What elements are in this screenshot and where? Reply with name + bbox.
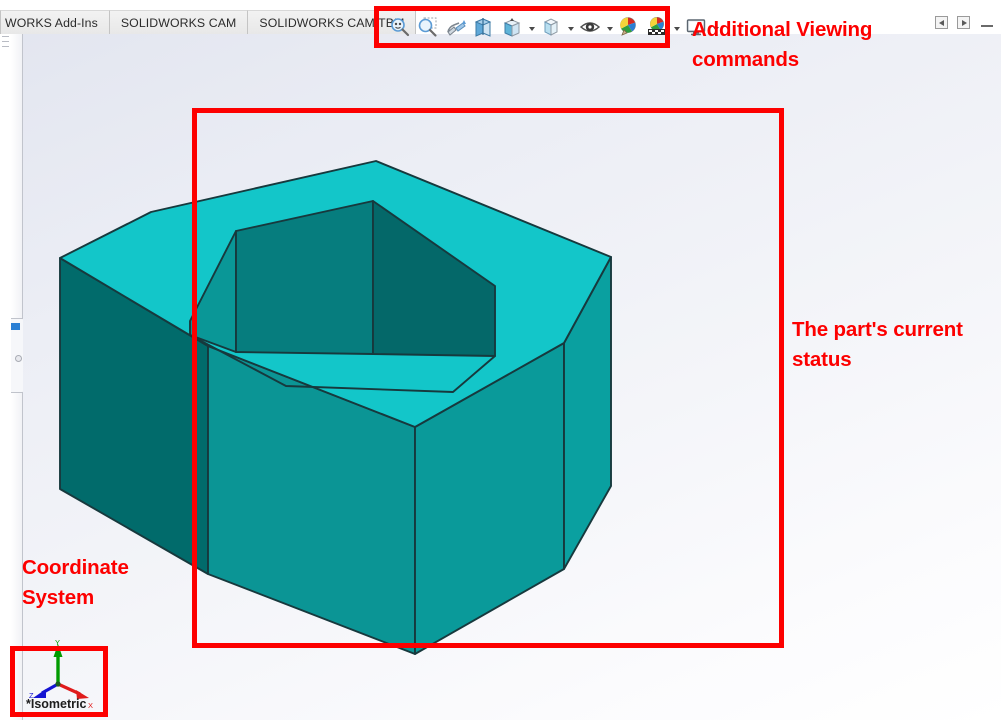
display-style-icon[interactable]: [538, 14, 564, 40]
annotation-coordinate-system: Coordinate System: [22, 553, 202, 612]
svg-text:X: X: [88, 701, 93, 710]
apply-scene-dropdown-caret[interactable]: [672, 14, 681, 40]
minimize-icon[interactable]: [981, 25, 993, 27]
tab-label: WORKS Add-Ins: [5, 16, 98, 30]
solidworks-window: WORKS Add-Ins SOLIDWORKS CAM SOLIDWORKS …: [0, 0, 1001, 720]
hide-show-items-icon[interactable]: [577, 14, 603, 40]
pane-collapse-right-icon[interactable]: [957, 16, 970, 29]
view-orientation-icon[interactable]: [499, 14, 525, 40]
splitter-grip-dot[interactable]: [15, 355, 22, 362]
tab-label: SOLIDWORKS CAM: [121, 16, 237, 30]
annotation-part-current-status: The part's current status: [792, 315, 992, 374]
model-graphics-area[interactable]: [23, 34, 1001, 720]
zoom-to-area-icon[interactable]: [415, 14, 441, 40]
section-view-icon[interactable]: [471, 14, 497, 40]
display-style-dropdown-caret[interactable]: [566, 14, 575, 40]
panel-tick-marks: [2, 36, 10, 76]
window-controls: [935, 16, 993, 29]
part-model-graphics[interactable]: [23, 34, 1001, 720]
tab-solidworks-add-ins[interactable]: WORKS Add-Ins: [0, 10, 110, 34]
tab-solidworks-cam[interactable]: SOLIDWORKS CAM: [110, 10, 249, 34]
view-toolbar[interactable]: [383, 12, 724, 42]
splitter-active-handle[interactable]: [11, 323, 20, 330]
triad-axis-y: Y: [54, 638, 63, 684]
view-orientation-dropdown-caret[interactable]: [527, 14, 536, 40]
view-orientation-label: *Isometric: [26, 697, 86, 711]
edit-appearance-icon[interactable]: [616, 14, 642, 40]
annotation-additional-viewing-commands: Additional Viewing commands: [692, 15, 942, 74]
rotate-view-icon[interactable]: [443, 14, 469, 40]
apply-scene-icon[interactable]: [644, 14, 670, 40]
hide-show-dropdown-caret[interactable]: [605, 14, 614, 40]
zoom-to-fit-icon[interactable]: [387, 14, 413, 40]
svg-text:Y: Y: [55, 638, 60, 647]
